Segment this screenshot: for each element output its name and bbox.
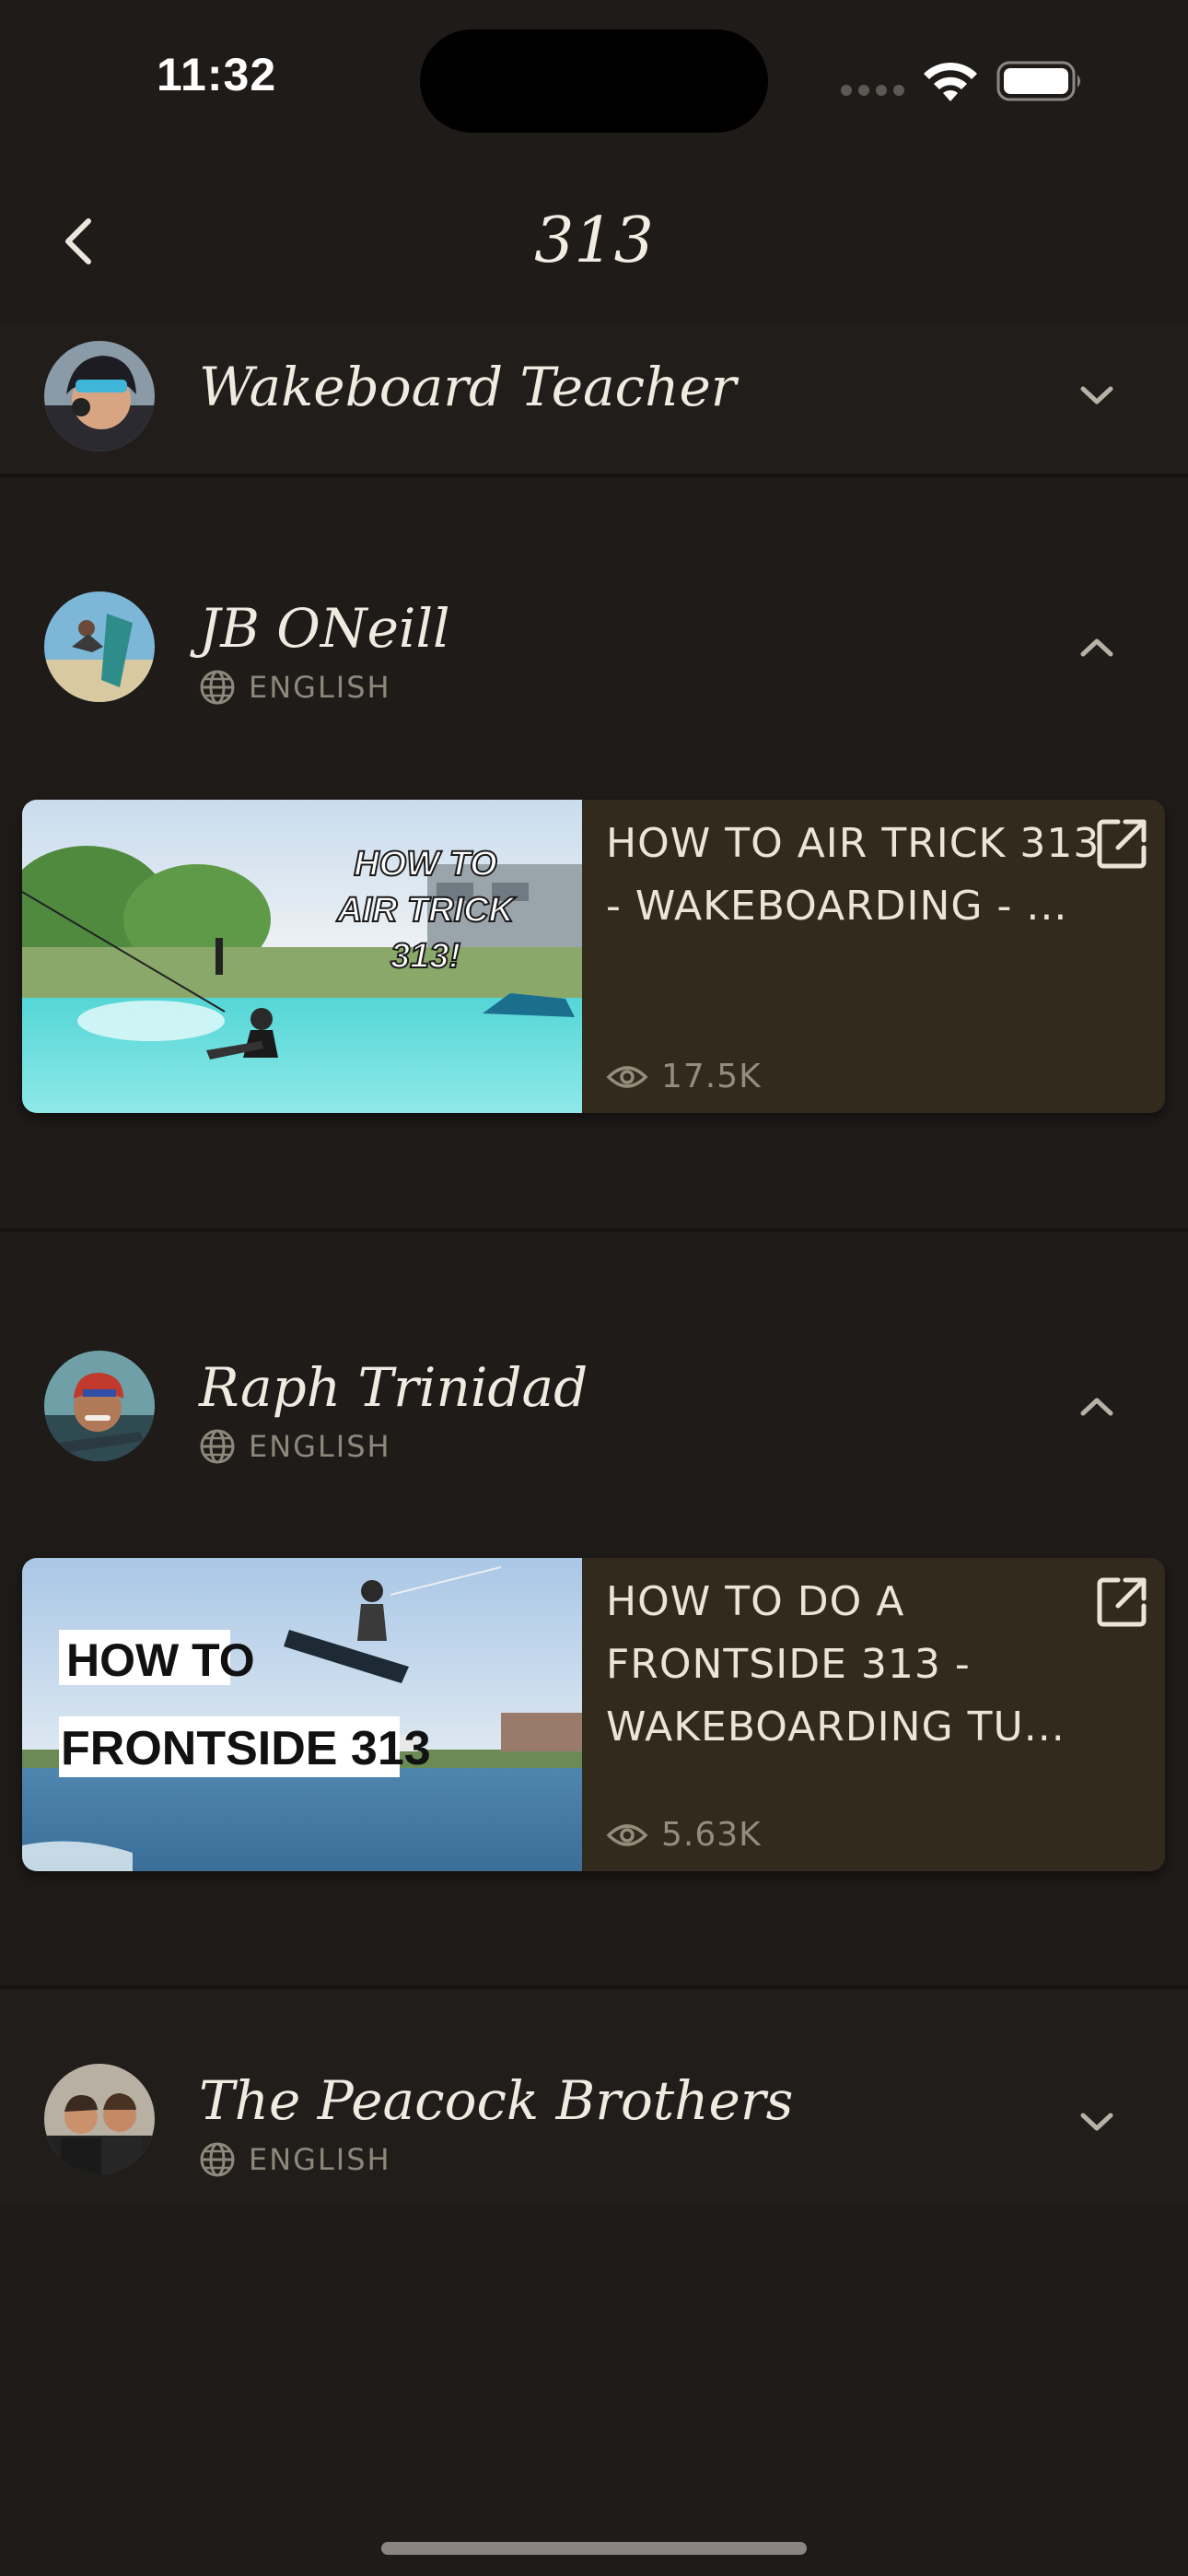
channel-row-raph-trinidad[interactable]: Raph Trinidad ENGLISH [0,1336,1188,1483]
channel-avatar [44,2064,155,2174]
view-count: 17.5K [661,1058,762,1095]
thumbnail-text: 313! [390,937,460,976]
globe-icon [200,1429,235,1464]
channel-avatar [44,591,155,702]
thumbnail-text: FRONTSIDE 313 [61,1722,431,1775]
status-time: 11:32 [157,49,277,100]
language-label: ENGLISH [249,2142,391,2177]
video-thumbnail[interactable]: HOW TO FRONTSIDE 313 [22,1558,582,1871]
external-link-icon[interactable] [1094,816,1149,872]
page-title: 313 [534,205,654,277]
chevron-down-icon[interactable] [1076,2106,1118,2136]
wifi-icon [924,62,977,101]
channel-name: Wakeboard Teacher [199,356,737,418]
thumbnail-text: HOW TO [354,845,497,884]
globe-icon [200,670,235,705]
video-card[interactable]: HOW TO AIR TRICK 313! HOW TO AIR TRICK 3… [22,800,1165,1113]
channel-language: ENGLISH [199,2141,391,2178]
channel-avatar [44,1351,155,1461]
eye-icon [606,1065,648,1088]
video-views: 17.5K [606,1058,762,1095]
video-title: HOW TO AIR TRICK 313 - WAKEBOARDING - ..… [606,820,1101,930]
dynamic-island [420,29,768,133]
channel-name: JB ONeill [199,597,450,660]
battery-icon [996,61,1080,101]
video-thumbnail[interactable]: HOW TO AIR TRICK 313! [22,800,582,1113]
channel-row-jb-oneill[interactable]: JB ONeill ENGLISH [0,577,1188,724]
chevron-up-icon[interactable] [1076,634,1118,663]
channel-name: Raph Trinidad [199,1356,588,1419]
external-link-icon[interactable] [1094,1575,1149,1630]
thumbnail-text: HOW TO [66,1634,255,1686]
home-indicator[interactable] [381,2542,807,2555]
channel-row-peacock-brothers[interactable]: The Peacock Brothers ENGLISH [0,2049,1188,2196]
chevron-down-icon[interactable] [1076,380,1118,409]
channel-row-wakeboard-teacher[interactable]: Wakeboard Teacher [0,322,1188,470]
view-count: 5.63K [661,1816,762,1854]
cellular-signal-icon [841,85,904,96]
video-card[interactable]: HOW TO FRONTSIDE 313 HOW TO DO A FRONTSI… [22,1558,1165,1871]
section-divider [0,1228,1188,1232]
section-divider [0,474,1188,477]
eye-icon [606,1823,648,1846]
thumbnail-text: AIR TRICK [336,891,517,930]
language-label: ENGLISH [249,1429,391,1464]
video-title: HOW TO DO A FRONTSIDE 313 - WAKEBOARDING… [606,1578,1066,1751]
channel-avatar [44,341,155,451]
language-label: ENGLISH [249,670,391,705]
channel-language: ENGLISH [199,669,391,706]
video-views: 5.63K [606,1816,762,1854]
chevron-up-icon[interactable] [1076,1393,1118,1423]
globe-icon [200,2142,235,2177]
channel-language: ENGLISH [199,1428,391,1465]
channel-name: The Peacock Brothers [199,2069,794,2132]
